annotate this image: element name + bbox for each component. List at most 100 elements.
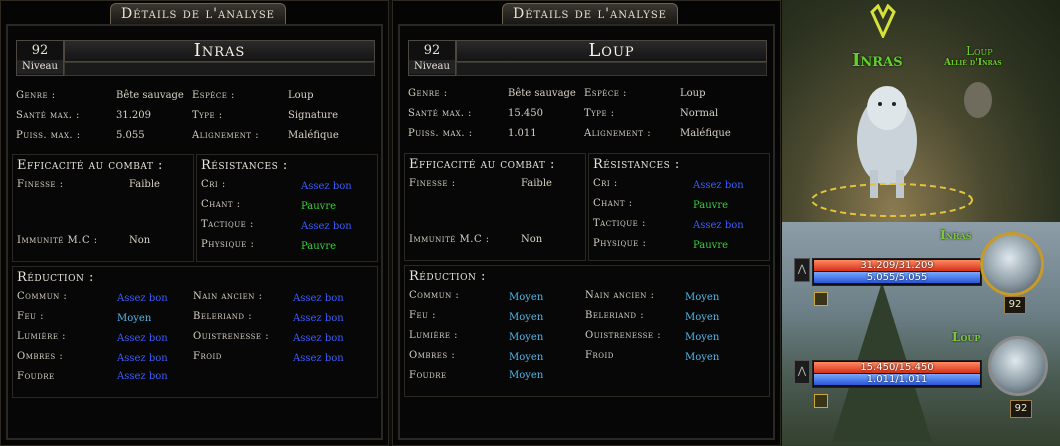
reduction-value: Moyen xyxy=(685,352,720,363)
level-value: 92 xyxy=(423,43,441,58)
stat-label: Puiss. max. : xyxy=(408,128,473,139)
combat-value: Non xyxy=(129,235,151,246)
reduction-value: Moyen xyxy=(509,292,544,303)
reduction-value: Moyen xyxy=(685,332,720,343)
reduction-label: Ombres : xyxy=(17,351,64,362)
reduction-value: Moyen xyxy=(117,313,152,324)
health-bar: 15.450/15.450 xyxy=(814,362,980,373)
reduction-value: Assez bon xyxy=(293,313,344,324)
reduction-value: Moyen xyxy=(509,332,544,343)
resist-label: Chant : xyxy=(201,199,241,210)
stat-label: Alignement : xyxy=(584,128,652,139)
stat-value: 5.055 xyxy=(116,130,145,141)
effect-icon[interactable] xyxy=(814,292,828,306)
reduction-label: Feu : xyxy=(17,311,44,322)
power-text: 1.011/1.011 xyxy=(866,374,928,385)
reduction-value: Moyen xyxy=(685,312,720,323)
resist-box: Résistances : Cri : Assez bon Chant : Pa… xyxy=(588,153,770,261)
combat-header: Efficacité au combat : xyxy=(409,157,555,172)
stat-value: 1.011 xyxy=(508,128,537,139)
level-label: Niveau xyxy=(17,60,63,74)
effect-icon[interactable] xyxy=(814,394,828,408)
reduction-label: Froid xyxy=(193,351,222,362)
health-text: 15.450/15.450 xyxy=(860,362,934,373)
reduction-label: Feu : xyxy=(409,310,436,321)
reduction-value: Moyen xyxy=(509,370,544,381)
combat-value: Faible xyxy=(521,178,552,189)
game-scene[interactable]: Inras Loup Allié d'Inras xyxy=(782,0,1060,222)
pet-portrait[interactable] xyxy=(988,336,1048,396)
resist-header: Résistances : xyxy=(593,157,680,172)
stat-value: 15.450 xyxy=(508,108,543,119)
stat-value: Loup xyxy=(288,90,314,101)
reduction-label: Foudre xyxy=(409,370,447,381)
resist-value: Pauvre xyxy=(693,200,729,211)
target-name: Inras xyxy=(64,40,375,62)
reduction-label: Commun : xyxy=(17,291,68,302)
stat-label: Type : xyxy=(584,108,615,119)
resist-value: Pauvre xyxy=(693,240,729,251)
reduction-label: Ombres : xyxy=(409,350,456,361)
health-bar: 31.209/31.209 xyxy=(814,260,980,271)
panel-title[interactable]: Détails de l'analyse xyxy=(502,3,678,24)
stat-value: Bête sauvage xyxy=(116,90,184,101)
stat-value: 31.209 xyxy=(116,110,151,121)
resist-value: Assez bon xyxy=(693,180,744,191)
resist-label: Cri : xyxy=(593,178,618,189)
reduction-value: Assez bon xyxy=(117,371,168,382)
unit-frame-name: Loup xyxy=(952,330,981,344)
selection-ring-icon xyxy=(811,183,973,217)
level-label: Niveau xyxy=(409,60,455,74)
combat-label: Immunité M.C : xyxy=(17,235,98,246)
combat-label: Finesse : xyxy=(409,178,456,189)
unit-frame-pet[interactable]: Loup ⋀ 15.450/15.450 1.011/1.011 92 xyxy=(790,330,1052,418)
reduction-label: Foudre xyxy=(17,371,55,382)
resist-value: Pauvre xyxy=(301,241,337,252)
reduction-value: Assez bon xyxy=(117,333,168,344)
pet-wolf-icon[interactable] xyxy=(958,72,998,122)
resist-label: Physique : xyxy=(593,238,647,249)
reduction-label: Beleriand : xyxy=(585,310,645,321)
reduction-value: Assez bon xyxy=(293,293,344,304)
combat-label: Immunité M.C : xyxy=(409,234,490,245)
health-text: 31.209/31.209 xyxy=(860,260,934,271)
target-portrait[interactable] xyxy=(980,232,1044,296)
reduction-label: Lumière : xyxy=(17,331,67,342)
scene-pet-name: Loup xyxy=(966,44,993,58)
stat-value: Signature xyxy=(288,110,339,121)
stat-label: Santé max. : xyxy=(408,108,472,119)
game-viewport[interactable]: Inras Loup Allié d'Inras Inras ⋀ 31.209/… xyxy=(782,0,1060,446)
combat-label: Finesse : xyxy=(17,179,64,190)
scene-target-name: Inras xyxy=(852,50,903,71)
stat-value: Maléfique xyxy=(288,130,339,141)
frame-menu-icon[interactable]: ⋀ xyxy=(794,360,810,384)
panel-title[interactable]: Détails de l'analyse xyxy=(110,3,286,24)
unit-frame-target[interactable]: Inras ⋀ 31.209/31.209 5.055/5.055 92 xyxy=(790,226,1052,314)
reduction-label: Ouistrenesse : xyxy=(585,330,662,341)
combat-box: Efficacité au combat : Finesse : Faible … xyxy=(404,153,586,261)
resist-value: Assez bon xyxy=(301,181,352,192)
stat-value: Maléfique xyxy=(680,128,731,139)
stat-value: Loup xyxy=(680,88,706,99)
reduction-box: Réduction : Commun : Moyen Feu : Moyen L… xyxy=(404,265,770,397)
reduction-label: Ouistrenesse : xyxy=(193,331,270,342)
resist-label: Chant : xyxy=(593,198,633,209)
stat-label: Genre : xyxy=(16,90,56,101)
unit-level: 92 xyxy=(1004,296,1026,314)
stat-label: Santé max. : xyxy=(16,110,80,121)
vitals-bars: 31.209/31.209 5.055/5.055 xyxy=(812,258,982,286)
resist-label: Cri : xyxy=(201,179,226,190)
stat-value: Normal xyxy=(680,108,719,119)
stat-label: Alignement : xyxy=(192,130,260,141)
reduction-label: Froid xyxy=(585,350,614,361)
stat-label: Type : xyxy=(192,110,223,121)
frame-menu-icon[interactable]: ⋀ xyxy=(794,258,810,282)
unit-frame-name: Inras xyxy=(940,228,972,242)
target-name: Loup xyxy=(456,40,767,62)
reduction-value: Moyen xyxy=(509,312,544,323)
combat-header: Efficacité au combat : xyxy=(17,158,163,173)
resist-value: Assez bon xyxy=(301,221,352,232)
unit-level: 92 xyxy=(1010,400,1032,418)
combat-value: Faible xyxy=(129,179,160,190)
resist-label: Tactique : xyxy=(593,218,646,229)
